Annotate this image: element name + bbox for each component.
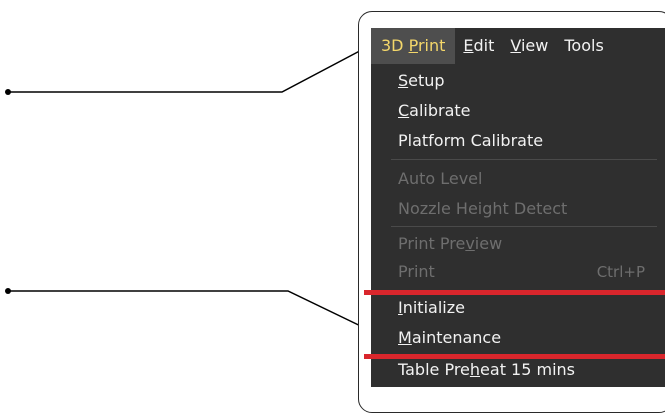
menu-3d-print[interactable]: 3D Print [371, 28, 456, 64]
menu-item-setup[interactable]: Setup [398, 70, 445, 92]
menu-edit[interactable]: Edit [455, 28, 502, 64]
menu-view[interactable]: View [502, 28, 556, 64]
menu-separator [391, 159, 657, 160]
callout-line-top [8, 44, 372, 93]
menu-item-print: Print [398, 262, 435, 281]
menu-item-table-preheat[interactable]: Table Preheat 15 mins [398, 359, 575, 381]
menu-bar: 3D Print Edit View Tools [371, 28, 665, 64]
highlight-line-bottom [364, 354, 665, 359]
menu-item-print-preview: Print Preview [398, 234, 503, 253]
menu-tools[interactable]: Tools [556, 28, 611, 64]
highlight-line-top [364, 290, 665, 295]
menu-item-auto-level: Auto Level [398, 169, 483, 188]
callout-line-bottom [8, 290, 372, 332]
menu-separator [391, 226, 657, 227]
menu-item-platform-calibrate[interactable]: Platform Calibrate [398, 130, 543, 152]
print-dropdown-menu: Setup Calibrate Platform Calibrate Auto … [371, 64, 665, 387]
menu-item-nozzle-height-detect: Nozzle Height Detect [398, 199, 568, 218]
print-shortcut: Ctrl+P [596, 263, 645, 281]
menu-item-maintenance[interactable]: Maintenance [398, 327, 501, 349]
menu-item-initialize[interactable]: Initialize [398, 297, 465, 319]
menu-item-calibrate[interactable]: Calibrate [398, 100, 471, 122]
